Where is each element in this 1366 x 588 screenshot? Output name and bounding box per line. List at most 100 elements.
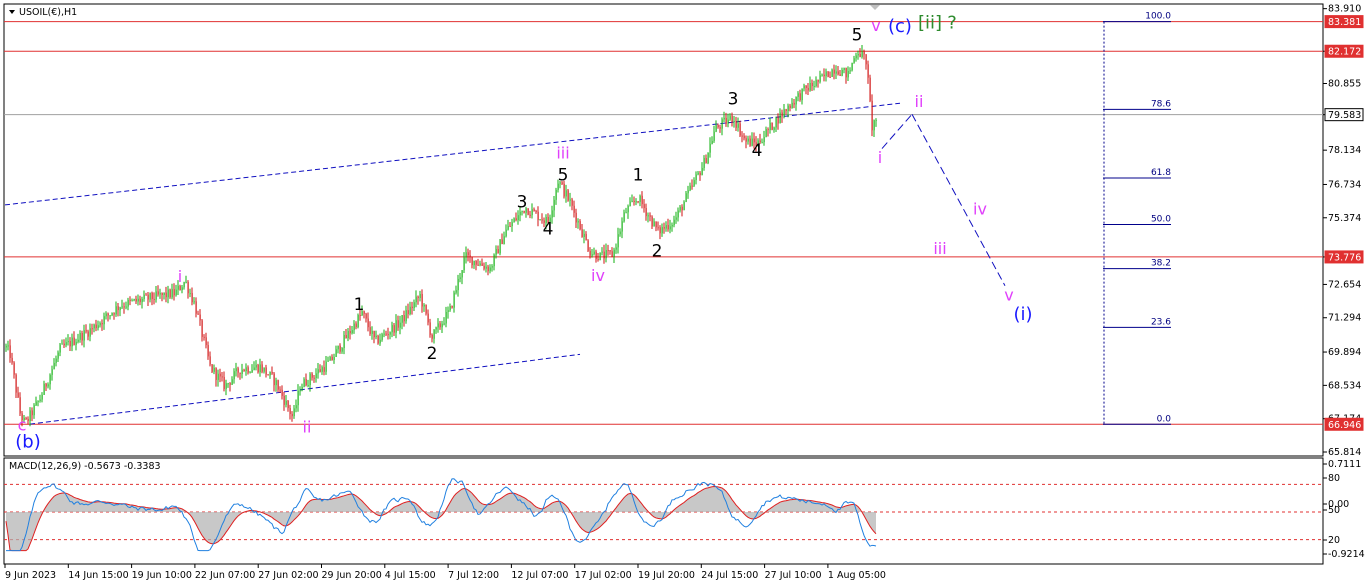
candle-body [583,233,585,237]
candle-body [271,371,273,374]
candle-body [357,315,359,328]
candle-body [407,310,409,315]
candle-body [419,294,421,299]
candle-body [857,53,859,56]
candle-body [733,121,735,123]
candle-body [181,287,183,290]
candle-body [815,79,817,86]
candle-body [145,294,147,296]
candle-body [593,251,595,255]
candle-body [691,185,693,187]
candle-body [123,306,125,308]
candle-body [737,123,739,128]
candle-body [725,117,727,124]
candle-body [119,307,121,311]
candle-body [125,306,127,308]
candle-body [441,323,443,328]
candle-body [865,54,867,65]
candle-body [165,292,167,298]
candle-body [219,373,221,377]
candle-body [703,158,705,168]
candle-body [659,227,661,234]
candle-body [825,71,827,77]
candle-body [283,395,285,405]
candle-body [485,266,487,269]
candle-body [273,373,275,386]
candle-body [743,135,745,139]
candle-body [11,357,13,363]
candle-body [207,345,209,357]
time-axis-label: 19 Jul 20:00 [638,570,695,581]
candle-body [603,251,605,259]
candle-body [499,239,501,254]
candle-body [133,298,135,301]
candle-body [509,226,511,228]
candle-body [287,400,289,409]
candle-body [643,204,645,209]
candle-body [269,371,271,376]
candle-body [435,327,437,330]
candle-body [339,345,341,352]
candle-body [855,55,857,59]
price-axis-label: 83.910 [1328,4,1361,15]
candle-body [429,322,431,335]
candle-body [649,215,651,217]
candle-body [735,121,737,128]
macd-axis-label: 80 [1328,473,1340,484]
candle-body [113,313,115,315]
candle-body [261,364,263,372]
candle-body [495,249,497,255]
candle-body [149,292,151,300]
candle-body [179,285,181,290]
candle-body [67,340,69,343]
candle-body [551,210,553,218]
candle-body [297,390,299,406]
candle-body [805,85,807,88]
candle-body [569,199,571,201]
candle-body [63,343,65,346]
candle-body [779,112,781,124]
candle-body [9,345,11,358]
candle-body [383,333,385,335]
candle-body [263,367,265,372]
candle-body [155,291,157,300]
candle-body [175,289,177,296]
candle-body [693,180,695,186]
candle-body [285,400,287,405]
wave-label: 2 [427,344,438,364]
candle-body [311,373,313,378]
candle-body [193,301,195,303]
wave-label: ii [303,418,312,437]
candle-body [191,293,193,303]
candle-body [57,352,59,359]
candle-body [241,369,243,374]
candle-body [797,93,799,97]
fib-level-label: 78.6 [1151,99,1171,109]
candle-body [195,301,197,314]
wave-label: iv [973,200,987,219]
candle-body [147,294,149,300]
candle-body [837,71,839,75]
candle-body [223,376,225,389]
candle-body [473,260,475,266]
candle-body [227,383,229,385]
candle-body [29,410,31,422]
candle-body [243,369,245,372]
time-axis-label: 9 Jun 2023 [5,570,56,581]
candle-body [427,313,429,323]
candle-body [87,331,89,337]
candle-body [717,125,719,128]
candle-body [301,386,303,391]
candle-body [353,323,355,331]
candle-body [665,225,667,229]
fib-level-label: 23.6 [1151,317,1171,327]
candle-body [615,247,617,250]
candle-body [183,282,185,288]
macd-title: MACD(12,26,9) -0.5673 -0.3383 [9,461,161,472]
candle-body [439,323,441,328]
candle-body [683,201,685,211]
candle-body [203,336,205,338]
candle-body [451,306,453,308]
candle-body [475,260,477,265]
candle-body [571,199,573,206]
